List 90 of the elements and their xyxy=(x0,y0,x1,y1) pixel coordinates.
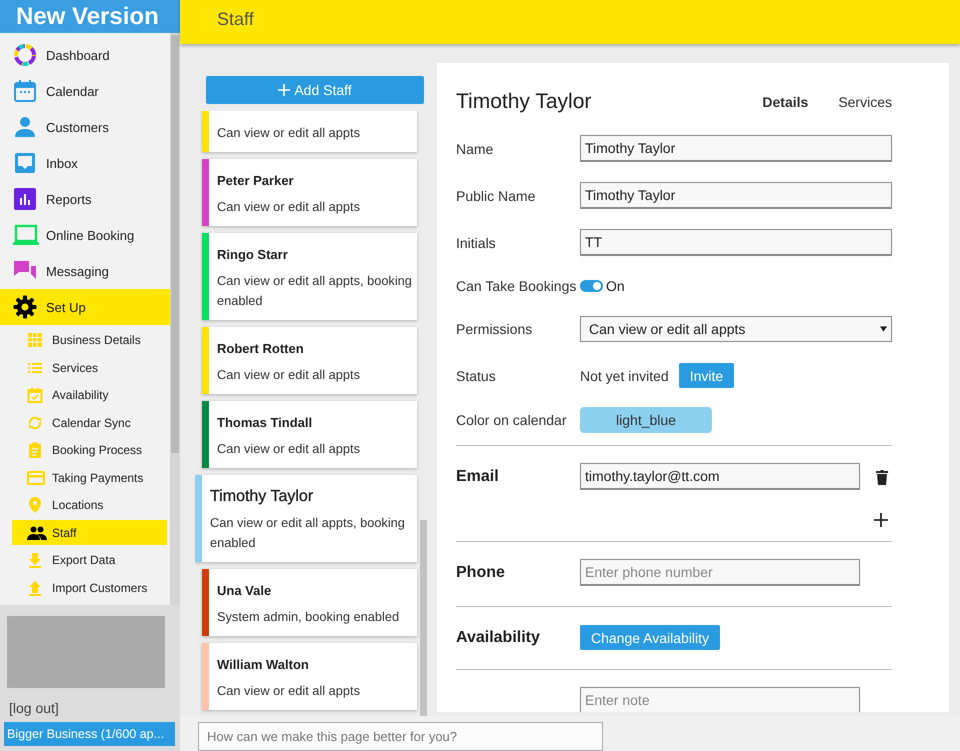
staff-card[interactable]: Timothy Taylor Can view or edit all appts, booking enabled xyxy=(195,475,417,562)
toggle-label: On xyxy=(606,278,625,294)
nav-subitem[interactable]: Business Details xyxy=(12,328,167,352)
staff-name: William Walton xyxy=(217,656,310,674)
field-label: Initials xyxy=(456,234,497,250)
download-icon xyxy=(27,552,43,568)
nav-item[interactable]: Online Booking xyxy=(0,217,170,253)
staff-card[interactable]: Thomas Tindall Can view or edit all appts xyxy=(202,401,417,468)
person-icon xyxy=(13,115,37,139)
nav-item[interactable]: Messaging xyxy=(0,253,170,289)
staff-card[interactable]: Una Vale System admin, booking enabled xyxy=(202,569,417,636)
staff-permissions: Can view or edit all appts, booking enabled xyxy=(217,272,413,310)
nav-subitem[interactable]: Import Customers xyxy=(12,575,167,600)
field-label: Email xyxy=(456,468,500,486)
field-label: Can Take Bookings xyxy=(456,278,578,294)
staff-permissions: Can view or edit all appts xyxy=(217,440,360,458)
plus-icon xyxy=(278,84,290,96)
note-field[interactable]: Enter note xyxy=(580,687,860,712)
field-label: Name xyxy=(456,140,494,156)
staff-permissions: Can view or edit all appts xyxy=(217,366,360,384)
nav-subitem[interactable]: Services xyxy=(12,355,167,380)
field-label: Public Name xyxy=(456,188,536,204)
location-pin-icon xyxy=(27,497,43,513)
staff-permissions: Can view or edit all appts xyxy=(217,124,360,142)
phone-field[interactable]: Enter phone number xyxy=(580,559,860,586)
logout-link[interactable]: [log out] xyxy=(9,700,59,716)
dropdown-caret-icon xyxy=(880,326,887,332)
calendar-icon xyxy=(13,79,37,103)
staff-permissions: Can view or edit all appts xyxy=(217,198,360,216)
nav-subitem[interactable]: Calendar Sync xyxy=(12,410,167,435)
staff-permissions: Can view or edit all appts, booking enabled xyxy=(210,514,406,552)
staff-name: Thomas Tindall xyxy=(217,414,314,432)
field-label: Availability xyxy=(456,628,541,646)
people-icon xyxy=(27,524,47,540)
staff-card[interactable]: Peter Parker Can view or edit all appts xyxy=(202,159,417,226)
status-text: Not yet invited xyxy=(580,368,669,384)
name-field[interactable]: Timothy Taylor xyxy=(580,135,892,162)
nav-item[interactable]: Customers xyxy=(0,109,170,145)
grid-icon xyxy=(27,332,43,348)
trash-icon[interactable] xyxy=(876,468,888,484)
scrollbar-thumb[interactable] xyxy=(171,35,179,453)
permissions-dropdown[interactable]: Can view or edit all appts xyxy=(580,316,892,342)
tab[interactable]: Services xyxy=(838,94,892,110)
plus-icon[interactable] xyxy=(874,513,888,527)
nav-item[interactable]: Dashboard xyxy=(0,37,170,73)
staff-permissions: System admin, booking enabled xyxy=(217,608,400,626)
nav-item[interactable]: Calendar xyxy=(0,73,170,109)
email-field[interactable]: timothy.taylor@tt.com xyxy=(580,463,860,490)
public-name-field[interactable]: Timothy Taylor xyxy=(580,182,892,209)
staff-title: Timothy Taylor xyxy=(456,90,592,114)
staff-name: Ringo Starr xyxy=(217,246,289,264)
nav-subitem[interactable]: Export Data xyxy=(12,548,167,572)
color-button[interactable]: light_blue xyxy=(580,407,712,433)
nav-item[interactable]: Set Up xyxy=(0,289,170,325)
nav-subitem[interactable]: Locations xyxy=(12,492,167,518)
toggle-switch[interactable] xyxy=(580,280,603,292)
field-label: Color on calendar xyxy=(456,412,568,428)
staff-name: Peter Parker xyxy=(217,172,295,190)
scrollbar-thumb[interactable] xyxy=(420,520,427,716)
inbox-icon xyxy=(13,151,37,175)
bar-chart-icon xyxy=(13,187,37,211)
nav-subitem[interactable]: Booking Process xyxy=(12,438,167,462)
feedback-field[interactable]: How can we make this page better for you? xyxy=(198,722,603,751)
nav-item[interactable]: Inbox xyxy=(0,145,170,181)
tab[interactable]: Details xyxy=(762,94,808,110)
field-label: Phone xyxy=(456,564,506,582)
laptop-icon xyxy=(13,223,39,247)
nav-subitem[interactable]: Staff xyxy=(12,520,167,545)
field-label: Status xyxy=(456,368,497,384)
ring-icon xyxy=(13,43,37,67)
brand-title: New Version xyxy=(0,0,180,33)
staff-card[interactable]: Ringo Starr Can view or edit all appts, booking enabled xyxy=(202,233,417,320)
page-title: Staff xyxy=(217,9,254,30)
nav-subitem[interactable]: Availability xyxy=(12,382,167,408)
staff-card[interactable]: Can view or edit all appts xyxy=(202,111,417,152)
calendar-check-icon xyxy=(27,387,43,403)
staff-permissions: Can view or edit all appts xyxy=(217,682,360,700)
staff-card[interactable]: Robert Rotten Can view or edit all appts xyxy=(202,327,417,394)
staff-name: Robert Rotten xyxy=(217,340,305,358)
field-label: Permissions xyxy=(456,320,534,336)
staff-name: Timothy Taylor xyxy=(210,487,314,507)
staff-card[interactable]: William Walton Can view or edit all appts xyxy=(202,643,417,710)
staff-name: Una Vale xyxy=(217,582,272,600)
clipboard-icon xyxy=(27,442,43,458)
card-icon xyxy=(27,470,45,486)
initials-field[interactable]: TT xyxy=(580,229,892,256)
sync-icon xyxy=(27,414,43,430)
nav-item[interactable]: Reports xyxy=(0,181,170,217)
upload-icon xyxy=(27,580,43,596)
nav-subitem[interactable]: Taking Payments xyxy=(12,465,167,490)
